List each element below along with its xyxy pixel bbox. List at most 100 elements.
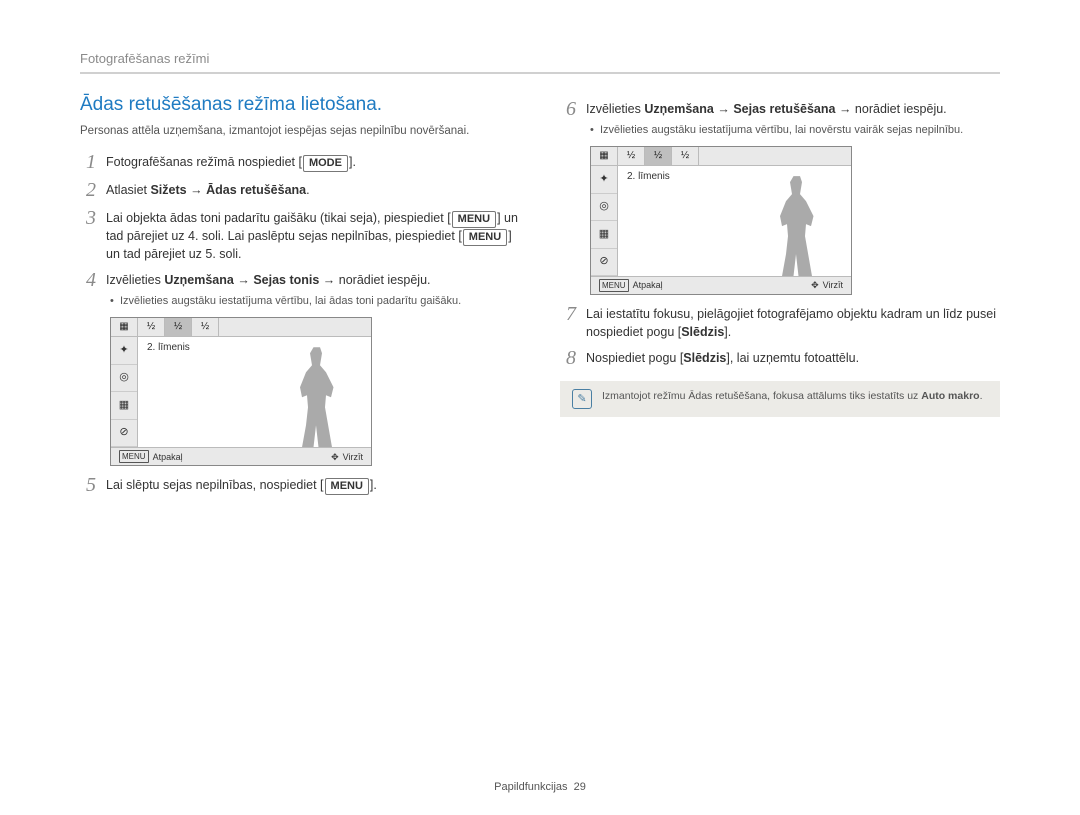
bold: Slēdzis — [681, 325, 724, 339]
bold: Slēdzis — [683, 351, 726, 365]
section-title: Ādas retušēšanas režīma lietošana. — [80, 92, 520, 119]
manual-page: Fotografēšanas režīmi Ādas retušēšanas r… — [0, 0, 1080, 815]
arrow-icon: → — [190, 183, 203, 197]
step-text: Atlasiet Sižets → Ādas retušēšana. — [106, 179, 520, 200]
bold: Uzņemšana — [644, 102, 713, 116]
off-icon: ⊘ — [111, 420, 137, 448]
step-list-left-cont: 5 Lai slēptu sejas nepilnības, nospiedie… — [80, 474, 520, 496]
section-subtitle: Personas attēla uzņemšana, izmantojot ie… — [80, 123, 520, 139]
step-3: 3 Lai objekta ādas toni padarītu gaišāku… — [80, 207, 520, 264]
step-text: Nospiediet pogu [Slēdzis], lai uzņemtu f… — [586, 347, 1000, 368]
footer-label: Papildfunkcijas — [494, 781, 567, 793]
camera-lcd-preview: ▦ ½ ½ ½ ✦ ◎ ▦ ⊘ 2. līmenis MENUAt — [590, 146, 852, 295]
step-7: 7 Lai iestatītu fokusu, pielāgojiet foto… — [560, 303, 1000, 341]
camera-lcd-preview: ▦ ½ ½ ½ ✦ ◎ ▦ ⊘ 2. līmenis MENUAt — [110, 317, 372, 466]
lcd-sidebar: ✦ ◎ ▦ ⊘ — [591, 166, 618, 276]
text: Lai objekta ādas toni padarītu gaišāku (… — [106, 211, 447, 225]
page-footer: Papildfunkcijas 29 — [0, 780, 1080, 795]
sub-bullet-list: Izvēlieties augstāku iestatījuma vērtību… — [106, 290, 520, 309]
step-1: 1 Fotografēšanas režīmā nospiediet [MODE… — [80, 151, 520, 173]
text: Atpakaļ — [633, 279, 663, 292]
text: norādiet iespēju. — [851, 102, 946, 116]
bold: Auto makro — [921, 390, 979, 402]
text: Lai slēptu sejas nepilnības, nospiediet — [106, 478, 320, 492]
step-number: 8 — [560, 347, 576, 369]
lcd-back: MENU Atpakaļ — [599, 279, 663, 292]
step-list-right: 6 Izvēlieties Uzņemšana → Sejas retušēša… — [560, 98, 1000, 138]
text: ]. — [724, 325, 731, 339]
menu-key: MENU — [452, 211, 496, 228]
menu-key-mini: MENU — [119, 450, 149, 463]
face-icon: ▦ — [591, 221, 617, 249]
menu-key: MENU — [463, 229, 507, 246]
text: Atlasiet — [106, 183, 150, 197]
bold: Sižets — [150, 183, 186, 197]
lcd-footer: MENU Atpakaļ ✥ Virzīt — [111, 447, 371, 465]
two-column-layout: Ādas retušēšanas režīma lietošana. Perso… — [80, 92, 1000, 502]
breadcrumb: Fotografēšanas režīmi — [80, 50, 1000, 74]
flash-icon: ✦ — [591, 166, 617, 194]
step-list-left: 1 Fotografēšanas režīmā nospiediet [MODE… — [80, 151, 520, 309]
sub-bullet-list: Izvēlieties augstāku iestatījuma vērtību… — [586, 119, 1000, 138]
lcd-tab-icon: ▦ — [591, 147, 618, 165]
step-list-right-cont: 7 Lai iestatītu fokusu, pielāgojiet foto… — [560, 303, 1000, 369]
menu-key-mini: MENU — [599, 279, 629, 292]
text: Virzīt — [343, 451, 363, 464]
lcd-footer: MENU Atpakaļ ✥Virzīt — [591, 276, 851, 294]
arrow-icon: → — [839, 102, 852, 116]
step-2: 2 Atlasiet Sižets → Ādas retušēšana. — [80, 179, 520, 201]
arrow-icon: → — [323, 273, 336, 287]
footer-page: 29 — [574, 781, 586, 793]
sub-bullet: Izvēlieties augstāku iestatījuma vērtību… — [600, 123, 1000, 138]
text: un tad pārejiet uz 5. soli. — [106, 247, 242, 261]
lcd-tab: ½ — [192, 318, 219, 336]
lcd-tab: ½ — [618, 147, 645, 165]
step-text: Izvēlieties Uzņemšana → Sejas retušēšana… — [586, 98, 1000, 138]
step-text: Lai slēptu sejas nepilnības, nospiediet … — [106, 474, 520, 495]
bold: Uzņemšana — [164, 273, 233, 287]
face-icon: ▦ — [111, 392, 137, 420]
sub-bullet: Izvēlieties augstāku iestatījuma vērtību… — [120, 294, 520, 309]
target-icon: ◎ — [591, 194, 617, 222]
step-8: 8 Nospiediet pogu [Slēdzis], lai uzņemtu… — [560, 347, 1000, 369]
off-icon: ⊘ — [591, 249, 617, 277]
text: norādiet iespēju. — [335, 273, 430, 287]
lcd-body: ✦ ◎ ▦ ⊘ 2. līmenis — [591, 166, 851, 276]
step-number: 2 — [80, 179, 96, 201]
step-number: 6 — [560, 98, 576, 120]
text: . — [306, 183, 309, 197]
lcd-sidebar: ✦ ◎ ▦ ⊘ — [111, 337, 138, 447]
lcd-level-label: 2. līmenis — [627, 170, 670, 184]
text: Virzīt — [823, 279, 843, 292]
lcd-back: MENU Atpakaļ — [119, 450, 183, 463]
lcd-level-label: 2. līmenis — [147, 341, 190, 355]
lcd-tab: ½ — [138, 318, 165, 336]
dpad-icon: ✥ — [331, 451, 339, 464]
lcd-body: ✦ ◎ ▦ ⊘ 2. līmenis — [111, 337, 371, 447]
text: Nospiediet pogu [ — [586, 351, 683, 365]
target-icon: ◎ — [111, 365, 137, 393]
step-number: 3 — [80, 207, 96, 229]
text: Izvēlieties — [586, 102, 644, 116]
text: . — [352, 155, 355, 169]
person-silhouette — [771, 176, 821, 276]
lcd-tab: ½ — [672, 147, 699, 165]
step-4: 4 Izvēlieties Uzņemšana → Sejas tonis → … — [80, 269, 520, 309]
lcd-move: ✥Virzīt — [811, 279, 843, 292]
step-number: 7 — [560, 303, 576, 325]
info-note-box: ✎ Izmantojot režīmu Ādas retušēšana, fok… — [560, 381, 1000, 417]
text: . — [373, 478, 376, 492]
text: . — [980, 390, 983, 402]
lcd-move: ✥ Virzīt — [331, 451, 363, 464]
step-number: 1 — [80, 151, 96, 173]
text: Atpakaļ — [153, 451, 183, 464]
lcd-tab-bar: ▦ ½ ½ ½ — [591, 147, 851, 166]
text: Fotografēšanas režīmā nospiediet — [106, 155, 298, 169]
arrow-icon: → — [717, 102, 730, 116]
step-6: 6 Izvēlieties Uzņemšana → Sejas retušēša… — [560, 98, 1000, 138]
step-5: 5 Lai slēptu sejas nepilnības, nospiedie… — [80, 474, 520, 496]
bold: Sejas tonis — [253, 273, 319, 287]
step-text: Lai iestatītu fokusu, pielāgojiet fotogr… — [586, 303, 1000, 341]
text: Lai iestatītu fokusu, pielāgojiet fotogr… — [586, 307, 996, 339]
left-column: Ādas retušēšanas režīma lietošana. Perso… — [80, 92, 520, 502]
